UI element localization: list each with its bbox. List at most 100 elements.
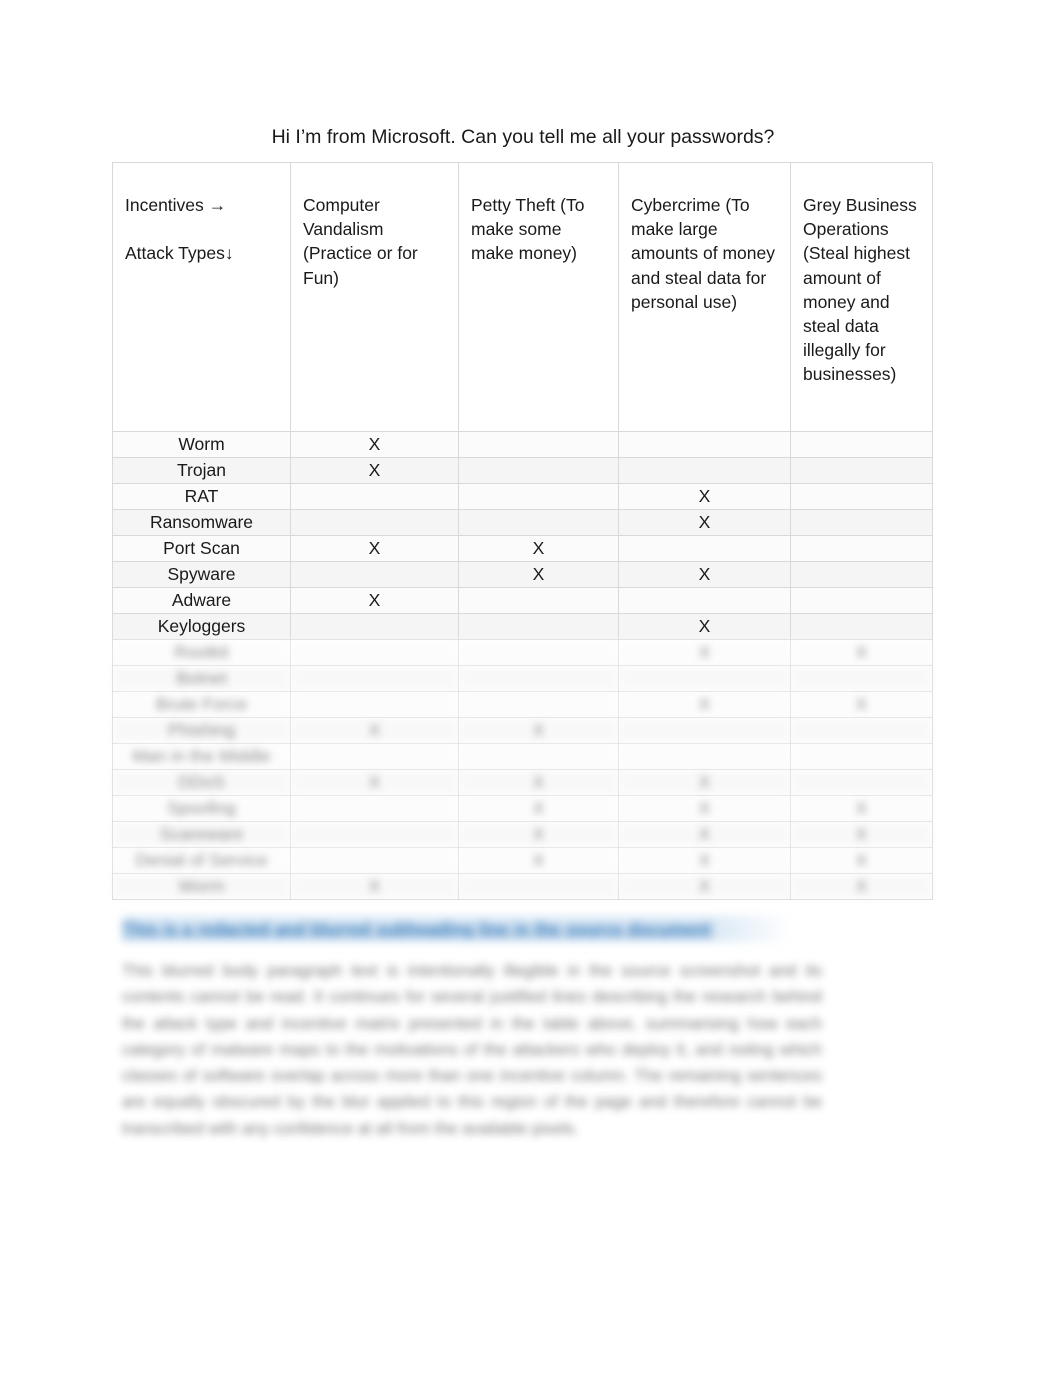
- matrix-column-header-cybercrime: Cybercrime (To make large amounts of mon…: [618, 162, 791, 432]
- table-row: Port Scan X X: [112, 535, 933, 562]
- matrix-column-header-petty-theft: Petty Theft (To make some make money): [458, 162, 619, 432]
- row-label: Brute Force: [112, 691, 291, 718]
- matrix-mark-cell: X: [458, 561, 619, 588]
- matrix-mark-cell: X: [458, 769, 619, 796]
- matrix-empty-cell: [618, 665, 791, 692]
- matrix-mark-cell: X: [458, 717, 619, 744]
- row-label: Worm: [112, 431, 291, 458]
- matrix-empty-cell: [618, 743, 791, 770]
- column-header-text: Grey Business Operations (Steal highest …: [803, 195, 917, 385]
- matrix-mark-cell: X: [790, 795, 933, 822]
- matrix-empty-cell: [290, 613, 459, 640]
- matrix-mark-cell: X: [290, 431, 459, 458]
- row-label: Spoofing: [112, 795, 291, 822]
- matrix-empty-cell: [458, 743, 619, 770]
- matrix-mark-cell: X: [790, 873, 933, 900]
- corner-incentives-label: Incentives →: [125, 195, 227, 215]
- matrix-mark-cell: X: [790, 821, 933, 848]
- matrix-empty-cell: [618, 587, 791, 614]
- row-label: Trojan: [112, 457, 291, 484]
- row-label: Spyware: [112, 561, 291, 588]
- table-row: Worm X: [112, 431, 933, 458]
- matrix-mark-cell: X: [618, 821, 791, 848]
- matrix-table: Incentives → Attack Types↓ Computer Vand…: [112, 162, 933, 900]
- matrix-empty-cell: [458, 873, 619, 900]
- matrix-empty-cell: [618, 535, 791, 562]
- document-page: Hi I’m from Microsoft. Can you tell me a…: [0, 0, 1062, 1377]
- attack-incentive-matrix: Incentives → Attack Types↓ Computer Vand…: [112, 162, 933, 900]
- row-label: DDoS: [112, 769, 291, 796]
- matrix-empty-cell: [290, 665, 459, 692]
- matrix-corner-header: Incentives → Attack Types↓: [112, 162, 291, 432]
- matrix-empty-cell: [790, 587, 933, 614]
- matrix-empty-cell: [290, 795, 459, 822]
- matrix-mark-cell: X: [458, 847, 619, 874]
- matrix-empty-cell: [790, 613, 933, 640]
- table-row: Man in the Middle: [112, 743, 933, 770]
- matrix-mark-cell: X: [290, 873, 459, 900]
- matrix-mark-cell: X: [458, 795, 619, 822]
- matrix-mark-cell: X: [618, 795, 791, 822]
- table-row: Trojan X: [112, 457, 933, 484]
- matrix-column-header-computer-vandalism: Computer Vandalism (Practice or for Fun): [290, 162, 459, 432]
- matrix-empty-cell: [458, 613, 619, 640]
- redacted-body-paragraph: This blurred body paragraph text is inte…: [122, 962, 822, 1138]
- matrix-empty-cell: [458, 665, 619, 692]
- matrix-empty-cell: [458, 691, 619, 718]
- matrix-empty-cell: [290, 561, 459, 588]
- table-row: Ransomware X: [112, 509, 933, 536]
- matrix-empty-cell: [790, 665, 933, 692]
- row-label: Ransomware: [112, 509, 291, 536]
- matrix-empty-cell: [790, 431, 933, 458]
- matrix-mark-cell: X: [290, 717, 459, 744]
- table-row: RAT X: [112, 483, 933, 510]
- matrix-header-row: Incentives → Attack Types↓ Computer Vand…: [112, 162, 933, 432]
- matrix-mark-cell: X: [618, 691, 791, 718]
- matrix-empty-cell: [618, 717, 791, 744]
- matrix-empty-cell: [790, 743, 933, 770]
- table-row: Adware X: [112, 587, 933, 614]
- table-row: Botnet: [112, 665, 933, 692]
- row-label: Denial of Service: [112, 847, 291, 874]
- matrix-mark-cell: X: [790, 691, 933, 718]
- matrix-mark-cell: X: [290, 535, 459, 562]
- matrix-head: Incentives → Attack Types↓ Computer Vand…: [112, 162, 933, 432]
- matrix-empty-cell: [790, 509, 933, 536]
- matrix-empty-cell: [790, 483, 933, 510]
- row-label: Man in the Middle: [112, 743, 291, 770]
- column-header-text: Computer Vandalism (Practice or for Fun): [303, 195, 418, 288]
- row-label: Rootkit: [112, 639, 291, 666]
- column-header-text: Cybercrime (To make large amounts of mon…: [631, 195, 775, 312]
- table-row: Worm X X X: [112, 873, 933, 900]
- matrix-empty-cell: [790, 717, 933, 744]
- matrix-mark-cell: X: [618, 509, 791, 536]
- matrix-mark-cell: X: [618, 561, 791, 588]
- matrix-empty-cell: [290, 509, 459, 536]
- matrix-empty-cell: [458, 431, 619, 458]
- matrix-empty-cell: [458, 639, 619, 666]
- row-label: RAT: [112, 483, 291, 510]
- matrix-empty-cell: [458, 457, 619, 484]
- table-row: Denial of Service X X X: [112, 847, 933, 874]
- matrix-empty-cell: [618, 457, 791, 484]
- table-row: Scareware X X X: [112, 821, 933, 848]
- matrix-empty-cell: [290, 821, 459, 848]
- matrix-empty-cell: [290, 483, 459, 510]
- matrix-empty-cell: [458, 587, 619, 614]
- table-row: Spoofing X X X: [112, 795, 933, 822]
- matrix-empty-cell: [290, 639, 459, 666]
- matrix-empty-cell: [790, 457, 933, 484]
- matrix-empty-cell: [458, 483, 619, 510]
- matrix-mark-cell: X: [618, 769, 791, 796]
- matrix-mark-cell: X: [618, 613, 791, 640]
- matrix-mark-cell: X: [790, 639, 933, 666]
- matrix-empty-cell: [290, 691, 459, 718]
- matrix-mark-cell: X: [290, 587, 459, 614]
- matrix-mark-cell: X: [618, 639, 791, 666]
- page-title: Hi I’m from Microsoft. Can you tell me a…: [271, 126, 775, 148]
- table-row: Keyloggers X: [112, 613, 933, 640]
- corner-attack-types-label: Attack Types↓: [125, 243, 234, 264]
- matrix-body: Worm X Trojan X RAT X Ransomware X Port Scan X X Sp…: [112, 431, 933, 900]
- table-row: DDoS X X X: [112, 769, 933, 796]
- matrix-mark-cell: X: [458, 535, 619, 562]
